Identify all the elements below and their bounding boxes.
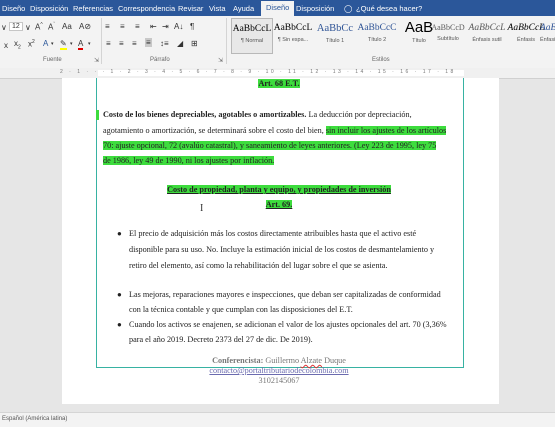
justify-icon[interactable]: ≡ [145,38,152,47]
clear-formatting-icon[interactable]: A⊘ [79,22,91,31]
style-preview: AaBbCcL [232,24,272,34]
subscript-icon[interactable]: x2 [14,39,21,51]
bullet-line: Las mejoras, reparaciones mayores e insp… [129,290,441,299]
style-name: Subtítulo [437,36,459,42]
ruler-numbers: 2 · 1 · · · 1 · 2 · 3 · 4 · 5 · 6 · 7 · … [60,69,456,75]
bullet-icon: ● [117,290,122,299]
change-case-icon[interactable]: Aa [62,22,72,31]
paragraph-group-label: Párrafo [150,57,170,63]
highlight-color-icon[interactable]: ✎ [60,39,67,50]
style-name: Título 1 [325,38,345,44]
font-size-field[interactable]: 12 [9,22,23,31]
font-group-label: Fuente [43,57,62,63]
borders-icon[interactable]: ⊞ [191,39,198,48]
highlight-dropdown-icon[interactable]: ▾ [70,41,73,47]
shrink-font-icon[interactable]: Aˇ [48,22,55,32]
sort-icon[interactable]: A↓ [174,22,183,31]
style-subtitle[interactable]: AaBbCcD Subtítulo [428,18,468,52]
line-spacing-icon[interactable]: ↕≡ [160,39,169,48]
bullet-icon: ● [117,229,122,238]
tab-design[interactable]: Diseño [2,4,25,13]
bullet-line: Cuando los activos se enajenen, se adici… [129,320,447,329]
style-preview: AaBbCcL [540,23,555,33]
article-69-heading: Art. 69. [265,200,293,209]
ribbon: ∨ 12 ∨ A^ Aˇ Aa A⊘ x x2 x2 A ▾ ✎ ▾ A ▾ F… [0,16,555,69]
style-name: ¶ Normal [240,38,264,44]
bullet-icon: ● [117,320,122,329]
style-preview: AaBbCcC [357,23,397,33]
font-name-dropdown-icon[interactable]: ∨ [1,23,7,32]
paragraph-dialog-launcher-icon[interactable]: ⇲ [218,57,223,64]
style-name: Título 2 [367,37,387,43]
paragraph-line: 70: ajuste opcional, 72 (avalúo catastra… [103,141,437,150]
footer-email-link[interactable]: contacto@portaltributariodecolombia.com [96,366,462,375]
highlight-marker [96,110,99,120]
tab-mailings[interactable]: Correspondencia [118,4,175,13]
font-color-icon[interactable]: A [78,39,84,50]
strikethrough-icon[interactable]: x [4,41,8,50]
style-preview: AaBbCcL [273,23,313,33]
footer-phone: 3102145067 [258,376,300,385]
tab-references[interactable]: Referencias [73,4,113,13]
font-dialog-launcher-icon[interactable]: ⇲ [94,57,99,64]
style-no-spacing[interactable]: AaBbCcL ¶ Sin espa... [273,18,313,52]
grow-font-icon[interactable]: A^ [35,22,43,32]
style-heading-2[interactable]: AaBbCcC Título 2 [357,18,397,52]
align-right-icon[interactable]: ≡ [132,39,137,48]
numbering-icon[interactable]: ≡ [120,22,125,31]
language-status[interactable]: Español (América latina) [2,416,67,422]
style-name: Énfasis sutil [472,37,502,43]
increase-indent-icon[interactable]: ⇥ [162,22,169,31]
font-size-dropdown-icon[interactable]: ∨ [25,23,31,32]
styles-group-label: Estilos [372,57,390,63]
style-preview: AaBbCcD [431,23,465,32]
tab-layout[interactable]: Disposición [30,4,68,13]
decrease-indent-icon[interactable]: ⇤ [150,22,157,31]
article-68-heading: Art. 68 E.T. [258,79,300,88]
ribbon-tab-bar: Diseño Disposición Referencias Correspon… [0,0,555,16]
bullet-line: disponible para su uso. No. Incluye la e… [129,245,435,254]
shading-icon[interactable]: ◢ [177,39,183,48]
lightbulb-icon: ◯ [344,4,353,13]
align-left-icon[interactable]: ≡ [106,39,111,48]
style-heading-1[interactable]: AaBbCc Título 1 [315,18,355,52]
footer-speaker: Conferencista: Guillermo Alzate Duque [212,356,346,365]
style-subtle-emphasis[interactable]: AaBbCcL Énfasis sutil [467,18,507,52]
bullet-line: para el año 2019. Decreto 2373 del 27 de… [129,335,313,344]
bullet-line: El precio de adquisición más los costos … [129,229,417,238]
tab-help[interactable]: Ayuda [233,4,254,13]
paragraph-line: de 1986, ley 49 de 1990, ni los ajustes … [103,156,275,165]
bullet-line: retiro del elemento, así como la rehabil… [129,261,388,270]
tab-view[interactable]: Vista [209,4,226,13]
style-intense-emphasis[interactable]: AaBbCcL Énfasi [540,18,555,52]
text-effects-dropdown-icon[interactable]: ▾ [51,41,54,47]
superscript-icon[interactable]: x2 [28,39,35,49]
style-normal[interactable]: AaBbCcL ¶ Normal [231,18,273,54]
multilevel-list-icon[interactable]: ≡ [135,22,140,31]
bullet-line: con la técnica contable y que cumplan co… [129,305,353,314]
bullets-icon[interactable]: ≡ [105,22,110,31]
text-cursor-icon: I [200,203,204,214]
font-color-dropdown-icon[interactable]: ▾ [88,41,91,47]
style-preview: AaBbCcL [468,23,506,33]
text-effects-icon[interactable]: A [43,39,48,48]
tab-review[interactable]: Revisar [178,4,203,13]
section-heading: Costo de propiedad, planta y equipo, y p… [167,185,391,194]
tab-table-design[interactable]: Diseño [261,1,295,16]
paragraph-line: Costo de los bienes depreciables, agotab… [103,110,412,119]
style-name: Énfasi [540,37,555,43]
tab-table-layout[interactable]: Disposición [296,4,334,13]
style-name: ¶ Sin espa... [277,37,309,43]
paragraph-line: agotamiento o amortización, se determina… [103,126,447,135]
style-preview: AaBbCc [316,23,354,34]
status-bar: Español (América latina) [0,412,555,427]
tell-me-search[interactable]: ¿Qué desea hacer? [356,4,422,13]
pilcrow-icon[interactable]: ¶ [190,22,194,31]
align-center-icon[interactable]: ≡ [119,39,124,48]
